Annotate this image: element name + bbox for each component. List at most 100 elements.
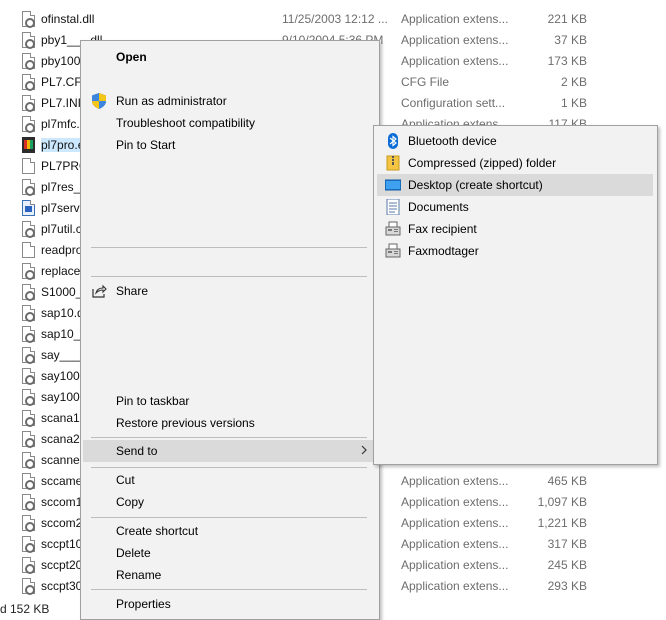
menu-copy-label: Copy [116, 495, 145, 509]
send-to-submenu: Bluetooth device Compressed (zipped) fol… [373, 125, 658, 465]
file-size: 293 KB [547, 579, 587, 593]
zip-folder-icon [385, 155, 401, 171]
file-name: pl7util.c [41, 222, 82, 236]
menu-pin-to-start-label: Pin to Start [116, 138, 176, 152]
dll-file-icon [22, 557, 35, 574]
file-name: ofinstal.dll [41, 12, 95, 26]
file-size: 221 KB [547, 12, 587, 26]
file-size: 465 KB [547, 474, 587, 488]
sendto-documents-label: Documents [408, 200, 469, 214]
file-type: Application extens... [401, 495, 509, 509]
share-icon [91, 283, 107, 299]
file-name: pl7pro.e [41, 138, 85, 152]
sendto-faxmodtager[interactable]: Faxmodtager [377, 240, 653, 262]
menu-open[interactable]: Open [83, 46, 377, 68]
menu-run-as-admin-label: Run as administrator [116, 94, 227, 108]
menu-properties[interactable]: Properties [83, 593, 377, 615]
dll-file-icon [22, 284, 35, 301]
menu-troubleshoot-label: Troubleshoot compatibility [116, 116, 255, 130]
dll-file-icon [22, 305, 35, 322]
menu-delete[interactable]: Delete [83, 542, 377, 564]
dll-file-icon [22, 263, 35, 280]
menu-rename[interactable]: Rename [83, 564, 377, 586]
file-name: replace [41, 264, 81, 278]
file-name: sccpt10 [41, 537, 83, 551]
sendto-bluetooth[interactable]: Bluetooth device [377, 130, 653, 152]
context-menu: Open Run as administrator Troubleshoot c… [80, 40, 380, 620]
dll-file-icon [22, 515, 35, 532]
menu-separator [91, 467, 367, 468]
dll-file-icon [22, 95, 35, 112]
menu-send-to-label: Send to [116, 444, 158, 458]
sendto-desktop[interactable]: Desktop (create shortcut) [377, 174, 653, 196]
menu-copy[interactable]: Copy [83, 491, 377, 513]
menu-cut-label: Cut [116, 473, 135, 487]
file-type: Application extens... [401, 33, 509, 47]
file-date: 11/25/2003 12:12 ... [282, 12, 388, 26]
file-size: 173 KB [547, 54, 587, 68]
sendto-fax-recipient[interactable]: Fax recipient [377, 218, 653, 240]
file-name: readpro [41, 243, 83, 257]
desktop-icon [384, 177, 402, 193]
menu-properties-label: Properties [116, 597, 171, 611]
menu-run-as-admin[interactable]: Run as administrator [83, 90, 377, 112]
file-size: 1 KB [560, 96, 587, 110]
file-icon [22, 242, 35, 258]
menu-rename-label: Rename [116, 568, 162, 582]
file-type: Application extens... [401, 474, 509, 488]
menu-restore-versions[interactable]: Restore previous versions [83, 412, 377, 434]
sendto-compressed-folder[interactable]: Compressed (zipped) folder [377, 152, 653, 174]
dll-file-icon [22, 431, 35, 448]
menu-cut[interactable]: Cut [83, 469, 377, 491]
file-size: 1,221 KB [537, 516, 587, 530]
sendto-bluetooth-label: Bluetooth device [408, 134, 497, 148]
file-type: Application extens... [401, 54, 509, 68]
file-size: 2 KB [560, 75, 587, 89]
file-row[interactable]: ofinstal.dll 11/25/2003 12:12 ... Applicat… [0, 8, 666, 29]
dll-file-icon [22, 389, 35, 406]
file-type: Application extens... [401, 12, 509, 26]
fax-icon [385, 243, 401, 259]
menu-separator [91, 437, 367, 438]
file-name: S1000_ [41, 285, 83, 299]
menu-create-shortcut-label: Create shortcut [116, 524, 199, 538]
file-name: say100. [41, 369, 84, 383]
fax-icon [385, 221, 401, 237]
file-type: Application extens... [401, 558, 509, 572]
file-name: sccom1 [41, 495, 83, 509]
dll-file-icon [22, 494, 35, 511]
file-name: sccame [41, 474, 83, 488]
sendto-desktop-label: Desktop (create shortcut) [408, 178, 543, 192]
menu-share[interactable]: Share [83, 280, 377, 302]
file-name: pl7res_ [41, 180, 81, 194]
sendto-documents[interactable]: Documents [377, 196, 653, 218]
dll-file-icon [22, 326, 35, 343]
dll-file-icon [22, 536, 35, 553]
file-name: sccpt20 [41, 558, 83, 572]
menu-separator [91, 517, 367, 518]
executable-icon [22, 200, 35, 216]
dll-file-icon [22, 473, 35, 490]
file-icon [22, 158, 35, 174]
menu-delete-label: Delete [116, 546, 151, 560]
menu-create-shortcut[interactable]: Create shortcut [83, 520, 377, 542]
dll-file-icon [22, 74, 35, 91]
menu-separator [91, 589, 367, 590]
file-size: 317 KB [547, 537, 587, 551]
file-name: sccom2 [41, 516, 83, 530]
file-name: sccpt30 [41, 579, 83, 593]
file-type: CFG File [401, 75, 449, 89]
file-type: Configuration sett... [401, 96, 506, 110]
menu-pin-to-taskbar-label: Pin to taskbar [116, 394, 190, 408]
documents-icon [385, 198, 401, 216]
menu-pin-to-taskbar[interactable]: Pin to taskbar [83, 390, 377, 412]
menu-troubleshoot[interactable]: Troubleshoot compatibility [83, 112, 377, 134]
menu-pin-to-start[interactable]: Pin to Start [83, 134, 377, 156]
dll-file-icon [22, 179, 35, 196]
menu-separator [91, 247, 367, 248]
sendto-faxmodtager-label: Faxmodtager [408, 244, 479, 258]
menu-send-to[interactable]: Send to [83, 440, 377, 462]
application-icon [22, 137, 35, 153]
dll-file-icon [22, 578, 35, 595]
file-size: 245 KB [547, 558, 587, 572]
